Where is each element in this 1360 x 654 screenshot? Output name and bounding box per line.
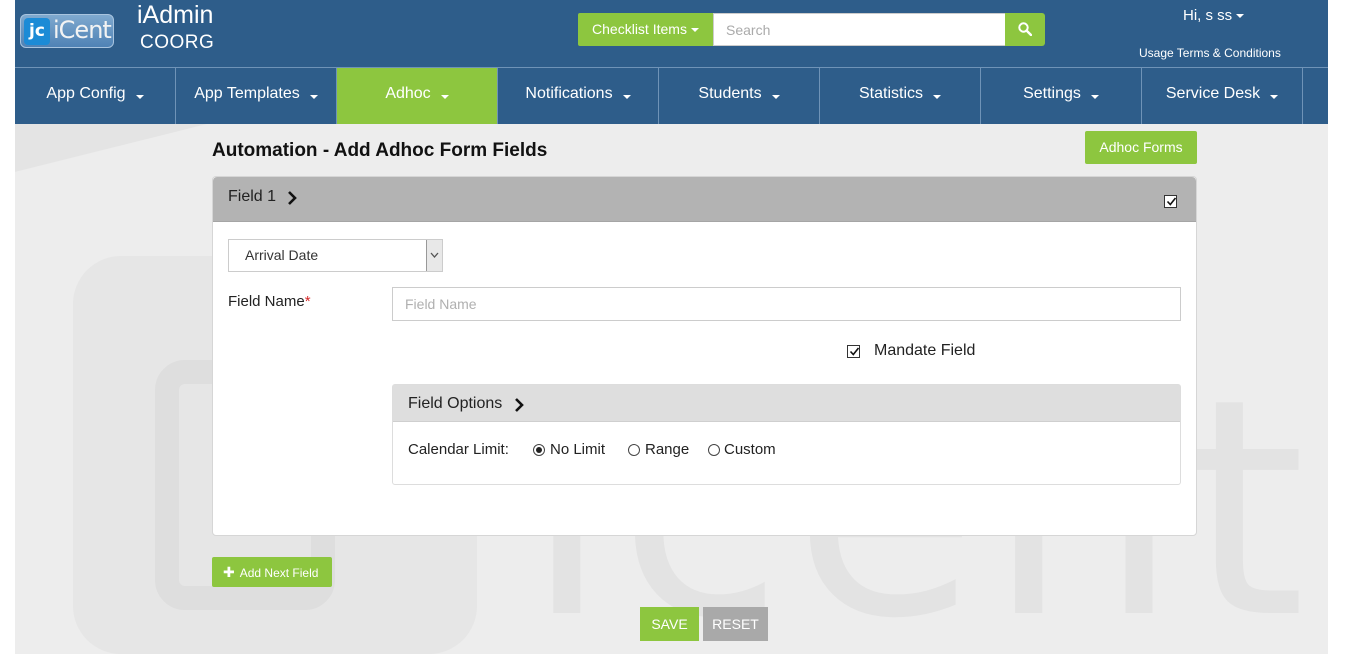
nav-label: App Config [46, 85, 126, 102]
nav-settings[interactable]: Settings [981, 68, 1142, 124]
reset-button[interactable]: RESET [703, 607, 768, 641]
nav-app-config[interactable]: App Config [15, 68, 176, 124]
add-next-field-label: Add Next Field [239, 566, 319, 580]
search-icon [1018, 22, 1032, 36]
radio-custom-label: Custom [724, 441, 776, 458]
nav-label: Settings [1023, 85, 1081, 102]
search-input[interactable] [713, 13, 1006, 46]
nav-notifications[interactable]: Notifications [498, 68, 659, 124]
checkmark-icon [849, 347, 860, 356]
mandate-field-checkbox[interactable] [847, 345, 860, 358]
caret-down-icon [771, 94, 780, 99]
nav-adhoc[interactable]: Adhoc [337, 68, 498, 124]
select-arrow [426, 240, 442, 271]
field-options-title: Field Options [408, 395, 503, 412]
nav-label: Adhoc [385, 85, 431, 102]
nav-app-templates[interactable]: App Templates [176, 68, 337, 124]
caret-down-icon [933, 94, 941, 99]
caret-down-icon [1270, 94, 1279, 99]
radio-custom[interactable] [708, 444, 720, 456]
app-title: iAdmin [137, 1, 214, 29]
nav-label: Service Desk [1165, 85, 1261, 102]
radio-no-limit-label: No Limit [550, 441, 606, 458]
plus-icon: ✚ [223, 564, 235, 580]
chevron-right-icon [288, 191, 297, 205]
checkmark-icon [1166, 197, 1177, 206]
logo-mark: jc [24, 18, 50, 45]
field-panel-header[interactable]: Field 1 [213, 177, 1196, 222]
caret-down-icon [1090, 94, 1099, 99]
checklist-items-dropdown[interactable]: Checklist Items [578, 13, 713, 46]
main-nav: App Config App Templates Adhoc Notificat… [15, 67, 1328, 124]
nav-label: App Templates [194, 85, 300, 102]
caret-down-icon [1236, 14, 1245, 19]
terms-link[interactable]: Usage Terms & Conditions [1139, 46, 1281, 60]
adhoc-forms-button[interactable]: Adhoc Forms [1085, 131, 1197, 164]
calendar-limit-label: Calendar Limit: [408, 441, 509, 458]
save-button[interactable]: SAVE [640, 607, 699, 641]
field-name-label-text: Field Name [228, 293, 305, 310]
field-options-header[interactable]: Field Options [393, 385, 1180, 422]
caret-down-icon [690, 28, 699, 33]
caret-down-icon [309, 94, 318, 99]
mandate-field-label: Mandate Field [874, 342, 976, 359]
field-title: Field 1 [228, 188, 277, 205]
search-button[interactable] [1005, 13, 1045, 46]
user-greeting: Hi, s ss [1183, 7, 1233, 24]
page-title: Automation - Add Adhoc Form Fields [212, 140, 548, 161]
nav-label: Students [698, 85, 762, 102]
field-type-select[interactable]: Arrival Date [228, 239, 443, 272]
field-panel: Field 1 Arrival Date Field Name* Mandate… [212, 176, 1197, 536]
chevron-down-icon [430, 252, 439, 258]
user-menu[interactable]: Hi, s ss [1183, 7, 1245, 24]
field-name-label: Field Name* [228, 293, 311, 310]
field-name-input[interactable] [392, 287, 1181, 321]
logo-word: iCent [53, 16, 112, 44]
app-logo[interactable]: jc iCent [20, 14, 114, 48]
field-type-value: Arrival Date [245, 247, 319, 263]
radio-range[interactable] [628, 444, 640, 456]
checklist-items-label: Checklist Items [592, 21, 687, 37]
nav-label: Notifications [525, 85, 613, 102]
add-next-field-button[interactable]: ✚ Add Next Field [212, 557, 332, 587]
chevron-right-icon [515, 398, 524, 412]
radio-no-limit[interactable] [533, 444, 545, 456]
radio-range-label: Range [645, 441, 690, 458]
caret-down-icon [135, 94, 144, 99]
nav-label: Statistics [858, 85, 923, 102]
nav-service-desk[interactable]: Service Desk [1142, 68, 1303, 124]
nav-statistics[interactable]: Statistics [820, 68, 981, 124]
field-options-panel: Field Options Calendar Limit: No Limit R… [392, 384, 1181, 485]
org-name: COORG [140, 32, 215, 53]
caret-down-icon [440, 94, 449, 99]
required-marker: * [304, 293, 311, 310]
top-header: jc iCent iAdmin COORG Checklist Items Hi… [15, 0, 1328, 67]
nav-students[interactable]: Students [659, 68, 820, 124]
caret-down-icon [622, 94, 631, 99]
field-enabled-checkbox[interactable] [1164, 195, 1177, 208]
